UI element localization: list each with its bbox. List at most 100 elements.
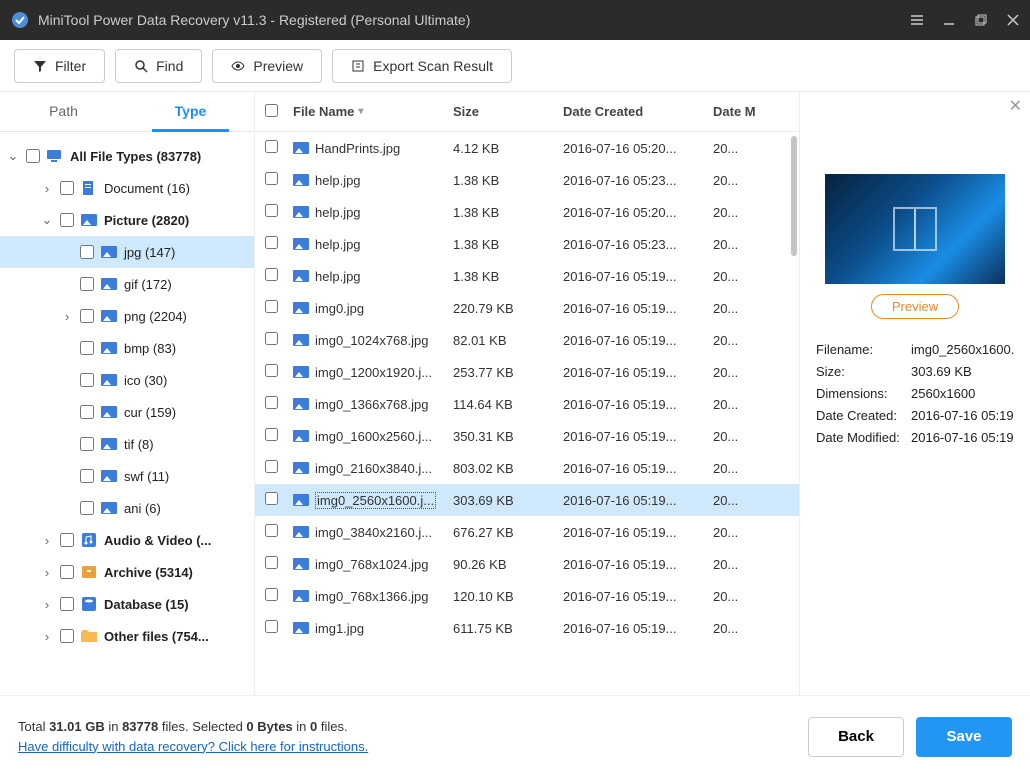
col-size[interactable]: Size	[453, 104, 563, 119]
meta-modified: 2016-07-16 05:19:3	[911, 427, 1014, 449]
meta-size: 303.69 KB	[911, 361, 1014, 383]
tree-picture[interactable]: ⌄Picture (2820)	[0, 204, 254, 236]
table-header: File Name▾ Size Date Created Date M	[255, 92, 799, 132]
scrollbar[interactable]	[791, 136, 797, 256]
tree-swf[interactable]: swf (11)	[0, 460, 254, 492]
col-created[interactable]: Date Created	[563, 104, 713, 119]
file-type-tree: ⌄All File Types (83778) ›Document (16) ⌄…	[0, 132, 254, 695]
audio-icon	[80, 532, 98, 548]
table-row[interactable]: img0_1600x2560.j...350.31 KB2016-07-16 0…	[255, 420, 799, 452]
image-icon	[293, 142, 309, 154]
tree-all-types[interactable]: ⌄All File Types (83778)	[0, 140, 254, 172]
table-row[interactable]: img0_1024x768.jpg82.01 KB2016-07-16 05:1…	[255, 324, 799, 356]
help-link[interactable]: Have difficulty with data recovery? Clic…	[18, 739, 368, 754]
sort-arrow-icon: ▾	[358, 106, 363, 117]
image-icon	[293, 526, 309, 538]
table-row[interactable]: help.jpg1.38 KB2016-07-16 05:23...20...	[255, 164, 799, 196]
image-icon	[293, 558, 309, 570]
tree-jpg[interactable]: jpg (147)	[0, 236, 254, 268]
table-row[interactable]: help.jpg1.38 KB2016-07-16 05:20...20...	[255, 196, 799, 228]
tab-type[interactable]: Type	[127, 92, 254, 131]
table-row[interactable]: HandPrints.jpg4.12 KB2016-07-16 05:20...…	[255, 132, 799, 164]
select-all-checkbox[interactable]	[265, 104, 278, 117]
document-icon	[80, 180, 98, 196]
file-list: File Name▾ Size Date Created Date M Hand…	[255, 92, 800, 695]
table-row[interactable]: img0_768x1024.jpg90.26 KB2016-07-16 05:1…	[255, 548, 799, 580]
filter-button[interactable]: Filter	[14, 49, 105, 83]
app-logo-icon	[10, 10, 30, 30]
meta-dimensions: 2560x1600	[911, 383, 1014, 405]
tree-ico[interactable]: ico (30)	[0, 364, 254, 396]
table-row[interactable]: img0_1200x1920.j...253.77 KB2016-07-16 0…	[255, 356, 799, 388]
tree-ani[interactable]: ani (6)	[0, 492, 254, 524]
find-button[interactable]: Find	[115, 49, 202, 83]
image-icon	[293, 206, 309, 218]
image-icon	[100, 500, 118, 516]
image-icon	[293, 334, 309, 346]
preview-panel: ✕ Preview Filename:img0_2560x1600.jp Siz…	[800, 92, 1030, 695]
image-icon	[293, 238, 309, 250]
folder-icon	[80, 628, 98, 644]
image-icon	[100, 372, 118, 388]
monitor-icon	[46, 148, 64, 164]
meta-filename: img0_2560x1600.jp	[911, 339, 1014, 361]
save-button[interactable]: Save	[916, 717, 1012, 757]
image-icon	[293, 174, 309, 186]
col-filename[interactable]: File Name▾	[293, 104, 453, 119]
preview-button[interactable]: Preview	[212, 49, 322, 83]
sidebar: Path Type ⌄All File Types (83778) ›Docum…	[0, 92, 255, 695]
preview-open-button[interactable]: Preview	[871, 294, 959, 319]
table-row[interactable]: help.jpg1.38 KB2016-07-16 05:19...20...	[255, 260, 799, 292]
image-icon	[100, 276, 118, 292]
tree-bmp[interactable]: bmp (83)	[0, 332, 254, 364]
tree-other[interactable]: ›Other files (754...	[0, 620, 254, 652]
tree-tif[interactable]: tif (8)	[0, 428, 254, 460]
image-icon	[293, 366, 309, 378]
close-preview-icon[interactable]: ✕	[1009, 96, 1022, 116]
titlebar: MiniTool Power Data Recovery v11.3 - Reg…	[0, 0, 1030, 40]
close-icon[interactable]	[1006, 13, 1020, 27]
image-icon	[100, 340, 118, 356]
col-modified[interactable]: Date M	[713, 104, 763, 119]
minimize-icon[interactable]	[942, 13, 956, 27]
image-icon	[293, 462, 309, 474]
footer: Total 31.01 GB in 83778 files. Selected …	[0, 695, 1030, 777]
table-row[interactable]: help.jpg1.38 KB2016-07-16 05:23...20...	[255, 228, 799, 260]
tab-path[interactable]: Path	[0, 92, 127, 131]
picture-icon	[80, 212, 98, 228]
table-row[interactable]: img0_2560x1600.j...303.69 KB2016-07-16 0…	[255, 484, 799, 516]
image-icon	[100, 404, 118, 420]
table-row[interactable]: img1.jpg611.75 KB2016-07-16 05:19...20..…	[255, 612, 799, 644]
table-row[interactable]: img0_3840x2160.j...676.27 KB2016-07-16 0…	[255, 516, 799, 548]
status-text: Total 31.01 GB in 83778 files. Selected …	[18, 717, 808, 757]
image-icon	[100, 308, 118, 324]
meta-created: 2016-07-16 05:19:3	[911, 405, 1014, 427]
window-title: MiniTool Power Data Recovery v11.3 - Reg…	[38, 12, 910, 28]
maximize-icon[interactable]	[974, 13, 988, 27]
tree-archive[interactable]: ›Archive (5314)	[0, 556, 254, 588]
back-button[interactable]: Back	[808, 717, 904, 757]
database-icon	[80, 596, 98, 612]
image-icon	[100, 468, 118, 484]
tree-cur[interactable]: cur (159)	[0, 396, 254, 428]
toolbar: Filter Find Preview Export Scan Result	[0, 40, 1030, 92]
tree-audio[interactable]: ›Audio & Video (...	[0, 524, 254, 556]
image-icon	[293, 494, 309, 506]
export-button[interactable]: Export Scan Result	[332, 49, 512, 83]
tree-png[interactable]: ›png (2204)	[0, 300, 254, 332]
image-icon	[100, 244, 118, 260]
tree-database[interactable]: ›Database (15)	[0, 588, 254, 620]
table-row[interactable]: img0.jpg220.79 KB2016-07-16 05:19...20..…	[255, 292, 799, 324]
image-icon	[293, 430, 309, 442]
table-row[interactable]: img0_1366x768.jpg114.64 KB2016-07-16 05:…	[255, 388, 799, 420]
preview-thumbnail	[825, 174, 1005, 284]
image-icon	[293, 622, 309, 634]
image-icon	[100, 436, 118, 452]
archive-icon	[80, 564, 98, 580]
image-icon	[293, 270, 309, 282]
table-row[interactable]: img0_2160x3840.j...803.02 KB2016-07-16 0…	[255, 452, 799, 484]
tree-document[interactable]: ›Document (16)	[0, 172, 254, 204]
menu-icon[interactable]	[910, 13, 924, 27]
table-row[interactable]: img0_768x1366.jpg120.10 KB2016-07-16 05:…	[255, 580, 799, 612]
tree-gif[interactable]: gif (172)	[0, 268, 254, 300]
